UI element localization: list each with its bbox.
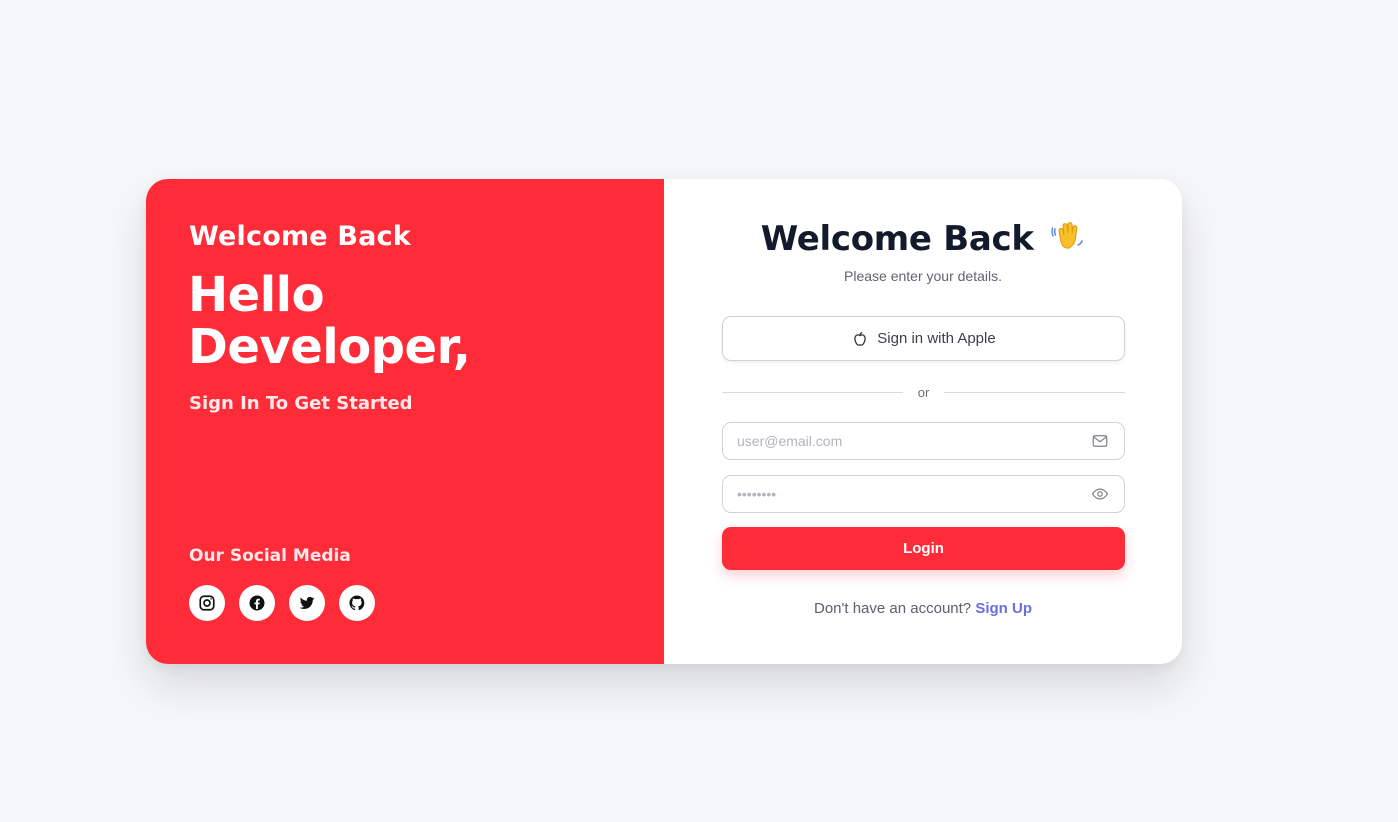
twitter-icon bbox=[299, 596, 315, 610]
facebook-button[interactable] bbox=[239, 585, 275, 621]
waving-hand-icon bbox=[1051, 219, 1085, 262]
twitter-button[interactable] bbox=[289, 585, 325, 621]
form-title-text: Welcome Back bbox=[760, 219, 1034, 259]
signup-prompt: Don't have an account? bbox=[814, 600, 972, 617]
github-button[interactable] bbox=[339, 585, 375, 621]
github-icon bbox=[349, 595, 365, 611]
or-divider: or bbox=[722, 382, 1125, 402]
apple-signin-button[interactable]: Sign in with Apple bbox=[722, 316, 1125, 361]
hero-greeting-line2: Developer, bbox=[188, 319, 471, 375]
hero-tagline: Sign In To Get Started bbox=[189, 393, 413, 414]
apple-signin-label: Sign in with Apple bbox=[877, 330, 996, 347]
password-field bbox=[722, 475, 1125, 513]
hero-greeting-line1: Hello bbox=[188, 267, 325, 323]
mail-icon bbox=[1090, 431, 1110, 451]
login-form-panel: Welcome Back Please enter your details. … bbox=[664, 179, 1182, 664]
signup-link[interactable]: Sign Up bbox=[975, 600, 1032, 617]
email-field bbox=[722, 422, 1125, 460]
instagram-icon bbox=[199, 595, 215, 611]
login-card: Welcome Back Hello Developer, Sign In To… bbox=[146, 179, 1182, 664]
email-input[interactable] bbox=[737, 433, 1090, 449]
left-hero-panel: Welcome Back Hello Developer, Sign In To… bbox=[146, 179, 664, 664]
facebook-icon bbox=[249, 595, 265, 611]
instagram-button[interactable] bbox=[189, 585, 225, 621]
apple-icon bbox=[854, 331, 867, 346]
social-links bbox=[189, 585, 375, 621]
eye-icon[interactable] bbox=[1090, 484, 1110, 504]
divider-label: or bbox=[917, 384, 930, 400]
signup-row: Don't have an account? Sign Up bbox=[664, 600, 1182, 617]
password-input[interactable] bbox=[737, 486, 1090, 502]
social-title: Our Social Media bbox=[189, 546, 351, 566]
form-title: Welcome Back bbox=[664, 219, 1182, 262]
divider-line-right bbox=[944, 391, 1125, 393]
divider-line-left bbox=[722, 391, 903, 393]
hero-kicker: Welcome Back bbox=[189, 221, 411, 252]
login-button[interactable]: Login bbox=[722, 527, 1125, 570]
hero-greeting: Hello Developer, bbox=[188, 267, 471, 375]
form-subtitle: Please enter your details. bbox=[844, 268, 1002, 284]
